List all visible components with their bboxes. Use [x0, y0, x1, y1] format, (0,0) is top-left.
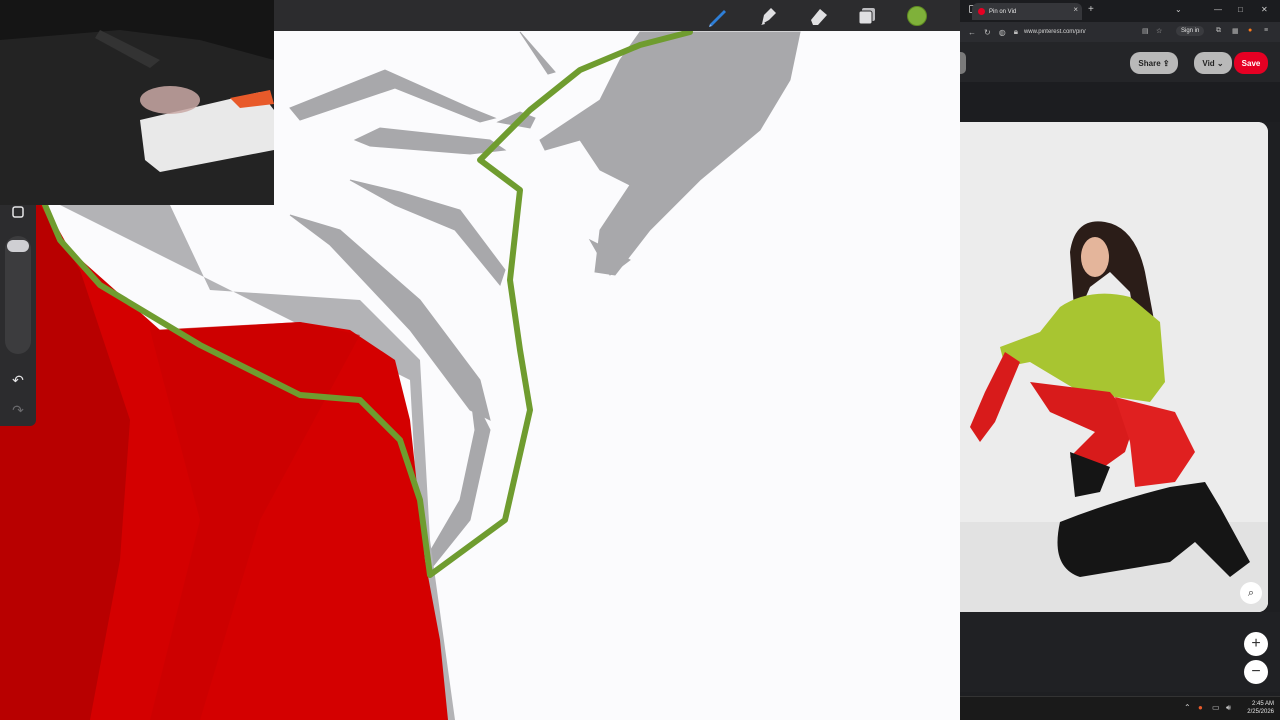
brush-icon[interactable] [706, 4, 730, 28]
url-field[interactable]: www.pinterest.com/pin/ [1024, 29, 1104, 35]
tab-pin-on-vid[interactable]: Pin on Vid × [972, 3, 1082, 20]
smudge-icon[interactable] [756, 4, 780, 28]
modify-button[interactable] [6, 202, 30, 222]
clock-date: 2/25/2026 [1247, 709, 1274, 715]
zoom-out-button[interactable]: − [1244, 660, 1268, 684]
undo-button[interactable]: ↶ [6, 370, 30, 390]
board-label: Vid [1202, 58, 1215, 68]
shield-icon[interactable]: ◍ [999, 28, 1006, 37]
new-tab-button[interactable]: + [1088, 4, 1094, 15]
zoom-in-button[interactable]: + [1244, 632, 1268, 656]
webcam-overlay [0, 0, 274, 205]
reader-icon[interactable]: ▤ [1142, 27, 1149, 35]
pinterest-icon [978, 8, 985, 15]
related-pins-area [960, 612, 1280, 692]
visual-search-icon[interactable]: ⌕ [1240, 582, 1262, 604]
address-bar: ← ↻ ◍ 🔒︎ www.pinterest.com/pin/ ▤ ☆ Sign… [960, 22, 1280, 42]
brave-icon[interactable]: ● [1248, 27, 1252, 34]
maximize-icon[interactable]: □ [1238, 5, 1243, 14]
lock-icon[interactable]: 🔒︎ [1014, 27, 1018, 37]
slider-thumb[interactable] [7, 240, 29, 252]
side-toolbar: ↶ ↷ [0, 196, 36, 426]
drawing-canvas[interactable]: ↶ ↷ [0, 0, 960, 720]
reload-icon[interactable]: ↻ [984, 28, 991, 37]
eraser-icon[interactable] [806, 4, 830, 28]
board-select-button[interactable]: Vid ⌄ [1194, 52, 1232, 74]
tab-strip: Pin on Vid × + ⌄ — □ ✕ [960, 0, 1280, 22]
share-button[interactable]: Share ⇪ [1130, 52, 1178, 74]
pin-header: Share ⇪ Vid ⌄ Save [960, 42, 1280, 82]
close-window-icon[interactable]: ✕ [1261, 5, 1268, 14]
microphone-icon[interactable]: ● [1198, 703, 1203, 712]
left-panel-edge [960, 52, 966, 74]
drawing-toolbar [274, 0, 960, 31]
brush-size-slider[interactable] [5, 236, 31, 354]
pin-image[interactable] [960, 122, 1268, 612]
color-picker[interactable] [905, 4, 929, 28]
save-button[interactable]: Save [1234, 52, 1268, 74]
pin-toolbar-dimmed [960, 82, 1280, 122]
taskbar: ⌃ ● ▭ 🔊︎ 2:45 AM 2/25/2026 [960, 696, 1280, 720]
tab-title: Pin on Vid [989, 8, 1017, 15]
volume-icon[interactable]: 🔊︎ [1226, 703, 1231, 713]
clock-time: 2:45 AM [1251, 701, 1274, 707]
active-color-swatch [907, 6, 927, 26]
chevron-down-icon[interactable]: ⌄ [1175, 5, 1182, 14]
minimize-icon[interactable]: — [1214, 5, 1222, 14]
sign-in-button[interactable]: Sign in [1176, 26, 1205, 36]
close-tab-icon[interactable]: × [1073, 5, 1078, 14]
layers-icon[interactable] [855, 4, 879, 28]
browser-window: Pin on Vid × + ⌄ — □ ✕ ← ↻ ◍ 🔒︎ www.pint… [960, 0, 1280, 720]
back-icon[interactable]: ← [968, 28, 976, 37]
tray-chevron-icon[interactable]: ⌃ [1184, 703, 1191, 712]
network-icon[interactable]: ▭ [1212, 703, 1220, 712]
extensions-icon[interactable]: ⧉ [1216, 27, 1221, 35]
redo-button[interactable]: ↷ [6, 400, 30, 420]
menu-icon[interactable]: ≡ [1264, 27, 1268, 34]
bookmark-star-icon[interactable]: ☆ [1156, 27, 1162, 35]
translate-icon[interactable]: ▦ [1232, 27, 1239, 35]
share-label: Share [1138, 58, 1161, 68]
system-clock[interactable]: 2:45 AM 2/25/2026 [1247, 700, 1274, 716]
